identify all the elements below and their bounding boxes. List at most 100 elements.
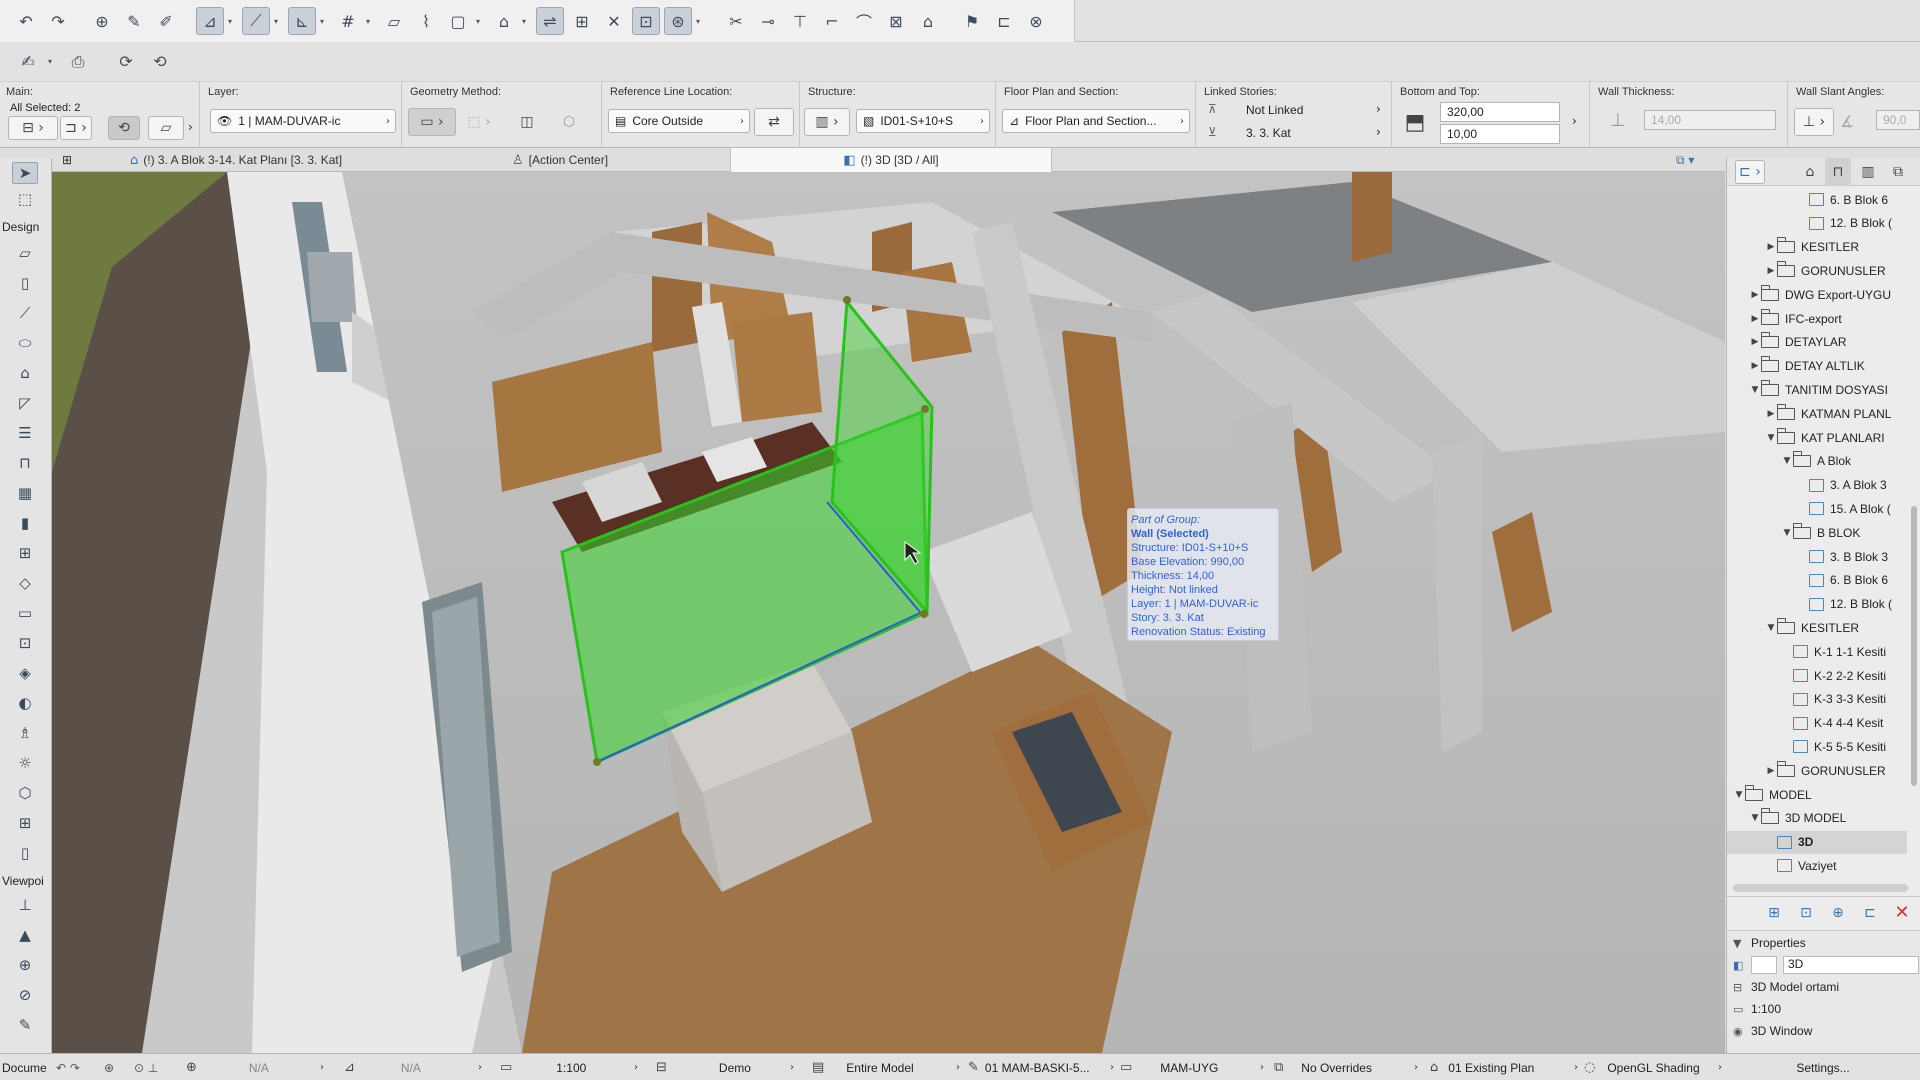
object-tool-icon[interactable]: ⊡: [12, 632, 38, 654]
marquee-tool[interactable]: ⬚: [12, 188, 38, 210]
offset-input[interactable]: 10,00: [1440, 124, 1560, 144]
zoom-combo[interactable]: ⊕ N/A ›: [186, 1054, 326, 1080]
hotspot[interactable]: [593, 758, 601, 766]
polygon-wall-icon[interactable]: ⬡: [554, 108, 584, 136]
level-tool-icon[interactable]: ⊥: [12, 894, 38, 916]
edit-tool-icon[interactable]: ✎: [12, 1014, 38, 1036]
prop-scale-row[interactable]: ▭ 1:100: [1733, 999, 1919, 1019]
curtain-icon[interactable]: ⌐: [818, 7, 846, 35]
snap-guides-icon[interactable]: ⊾: [288, 7, 316, 35]
chevron-down-icon[interactable]: ▼: [1765, 623, 1777, 633]
opening-tool-icon[interactable]: ▭: [12, 602, 38, 624]
chevron-right-icon[interactable]: ▶: [1749, 290, 1761, 300]
pen-icon[interactable]: ✍: [14, 48, 42, 76]
chevron-right-icon[interactable]: ▶: [1749, 361, 1761, 371]
floorplan-button[interactable]: ⊿ Floor Plan and Section... ›: [1002, 109, 1190, 133]
overrides-combo[interactable]: ⧉ No Overrides ›: [1274, 1054, 1424, 1080]
thickness-input[interactable]: 14,00: [1644, 110, 1776, 130]
navigator-view[interactable]: K-1 1-1 Kesiti: [1727, 640, 1907, 663]
gravity-icon[interactable]: ▱: [380, 7, 408, 35]
navigator-view[interactable]: 15. A Blok (: [1727, 497, 1907, 520]
rotate-icon[interactable]: ⟲: [108, 116, 140, 140]
navigator-folder[interactable]: ▶ IFC-export: [1727, 307, 1907, 330]
wall-tool-icon[interactable]: ▱: [12, 242, 38, 264]
chevron-down-icon[interactable]: ▼: [1765, 433, 1777, 443]
section-tool-icon[interactable]: ⊕: [12, 954, 38, 976]
navigator-view[interactable]: 6. B Blok 6: [1727, 569, 1907, 592]
trapezoid-wall-icon[interactable]: ◫: [512, 108, 542, 136]
chevron-right-icon[interactable]: ▶: [1765, 409, 1777, 419]
arrow-tool[interactable]: ➤: [12, 162, 38, 184]
find-select-icon[interactable]: ⊕: [88, 7, 116, 35]
navigator-folder[interactable]: ▼ A Blok: [1727, 450, 1907, 473]
chevron-right-icon[interactable]: ›: [1572, 114, 1577, 128]
chevron-down-icon[interactable]: ▾: [48, 57, 58, 66]
chevron-down-icon[interactable]: ▾: [274, 17, 284, 26]
navigator-folder[interactable]: ▼ KESITLER: [1727, 616, 1907, 639]
syringe-icon[interactable]: ✐: [152, 7, 180, 35]
navigator-folder[interactable]: ▶ KESITLER: [1727, 236, 1907, 259]
navigator-folder[interactable]: ▶ GORUNUSLER: [1727, 759, 1907, 782]
mesh-tool-icon[interactable]: ◈: [12, 662, 38, 684]
chevron-down-icon[interactable]: ▾: [696, 17, 706, 26]
navigator-folder[interactable]: ▼ 3D MODEL: [1727, 807, 1907, 830]
flag-icon[interactable]: ⚑: [958, 7, 986, 35]
angle-combo[interactable]: ⊿ N/A ›: [344, 1054, 484, 1080]
chevron-right-icon[interactable]: ▶: [1765, 266, 1777, 276]
settings-button[interactable]: Settings...: [1726, 1054, 1920, 1080]
grid-tool-icon[interactable]: ⊞: [12, 812, 38, 834]
undo-view-icon[interactable]: ↶ ↷: [56, 1054, 80, 1080]
chevron-down-icon[interactable]: ▼: [1781, 456, 1793, 466]
flip-refline-icon[interactable]: ⇄: [754, 108, 794, 136]
3d-model-scene[interactable]: [52, 172, 1725, 1053]
project-map-icon[interactable]: ⌂: [1797, 160, 1823, 184]
navigator-view[interactable]: 12. B Blok (: [1727, 212, 1907, 235]
tab-floor-plan[interactable]: ⌂ (!) 3. A Blok 3-14. Kat Planı [3. 3. K…: [130, 148, 510, 172]
detail-tool-icon[interactable]: ⊘: [12, 984, 38, 1006]
redo-icon[interactable]: ↷: [44, 7, 72, 35]
chevron-right-icon[interactable]: ▶: [1749, 314, 1761, 324]
zoom-in-icon[interactable]: ⊕: [104, 1054, 114, 1080]
height-input[interactable]: 320,00: [1440, 102, 1560, 122]
pen-set-combo[interactable]: ✎ 01 MAM-BASKI-5... ›: [968, 1054, 1118, 1080]
structure-type-icon[interactable]: ▥ ›: [804, 108, 850, 136]
scale-combo[interactable]: ▭ 1:100 ›: [500, 1054, 640, 1080]
chevron-right-icon[interactable]: ▶: [1765, 766, 1777, 776]
navigator-view[interactable]: K-3 3-3 Kesiti: [1727, 688, 1907, 711]
orbit-icon[interactable]: ⊛: [664, 7, 692, 35]
renovation-icon[interactable]: ⇌: [536, 7, 564, 35]
adjust-icon[interactable]: ⊸: [754, 7, 782, 35]
curved-wall-icon[interactable]: ⬚ ›: [464, 108, 494, 136]
scrollbar-thumb[interactable]: [1911, 506, 1917, 786]
new-folder-icon[interactable]: ⊏: [1857, 902, 1883, 924]
refline-select[interactable]: ▤ Core Outside ›: [608, 109, 750, 133]
teamwork-icon[interactable]: ⊗: [1022, 7, 1050, 35]
navigator-folder[interactable]: ▼ B BLOK: [1727, 521, 1907, 544]
chevron-right-icon[interactable]: ▶: [1749, 337, 1761, 347]
beam-tool-icon[interactable]: ⟋: [12, 302, 38, 324]
suspend-groups-icon[interactable]: ▢: [444, 7, 472, 35]
navigator-view[interactable]: Vaziyet: [1727, 854, 1907, 877]
column-tool-icon[interactable]: ▯: [12, 272, 38, 294]
shell-tool-icon[interactable]: ◸: [12, 392, 38, 414]
chevron-down-icon[interactable]: ▾: [366, 17, 376, 26]
undo-icon[interactable]: ↶: [12, 7, 40, 35]
linked-bottom-value[interactable]: 3. 3. Kat: [1246, 126, 1291, 140]
navigator-folder[interactable]: ▶ DETAYLAR: [1727, 331, 1907, 354]
slab-tool-icon[interactable]: ⬭: [12, 332, 38, 354]
zone-tool-icon[interactable]: ♗: [12, 722, 38, 744]
skylight-tool-icon[interactable]: ◇: [12, 572, 38, 594]
publish-icon[interactable]: ⊏: [990, 7, 1018, 35]
tab-overview-icon[interactable]: ⊞: [62, 148, 82, 172]
prop-id-field[interactable]: [1751, 956, 1777, 974]
save-view-icon[interactable]: ⊕: [1825, 902, 1851, 924]
navigator-folder[interactable]: ▼ MODEL: [1727, 783, 1907, 806]
view-options-icon[interactable]: ⧉ ▾: [1676, 148, 1716, 172]
slant-input[interactable]: 90,0: [1876, 110, 1920, 130]
tab-action-center[interactable]: ♙ [Action Center]: [512, 148, 728, 172]
box-tool-icon[interactable]: ⬡: [12, 782, 38, 804]
chevron-right-icon[interactable]: ›: [1376, 102, 1381, 116]
navigator-view[interactable]: 3D: [1727, 830, 1907, 854]
publisher-sets-icon[interactable]: ⧉: [1885, 160, 1911, 184]
arrow-select-button[interactable]: ⊐ ›: [60, 116, 92, 140]
